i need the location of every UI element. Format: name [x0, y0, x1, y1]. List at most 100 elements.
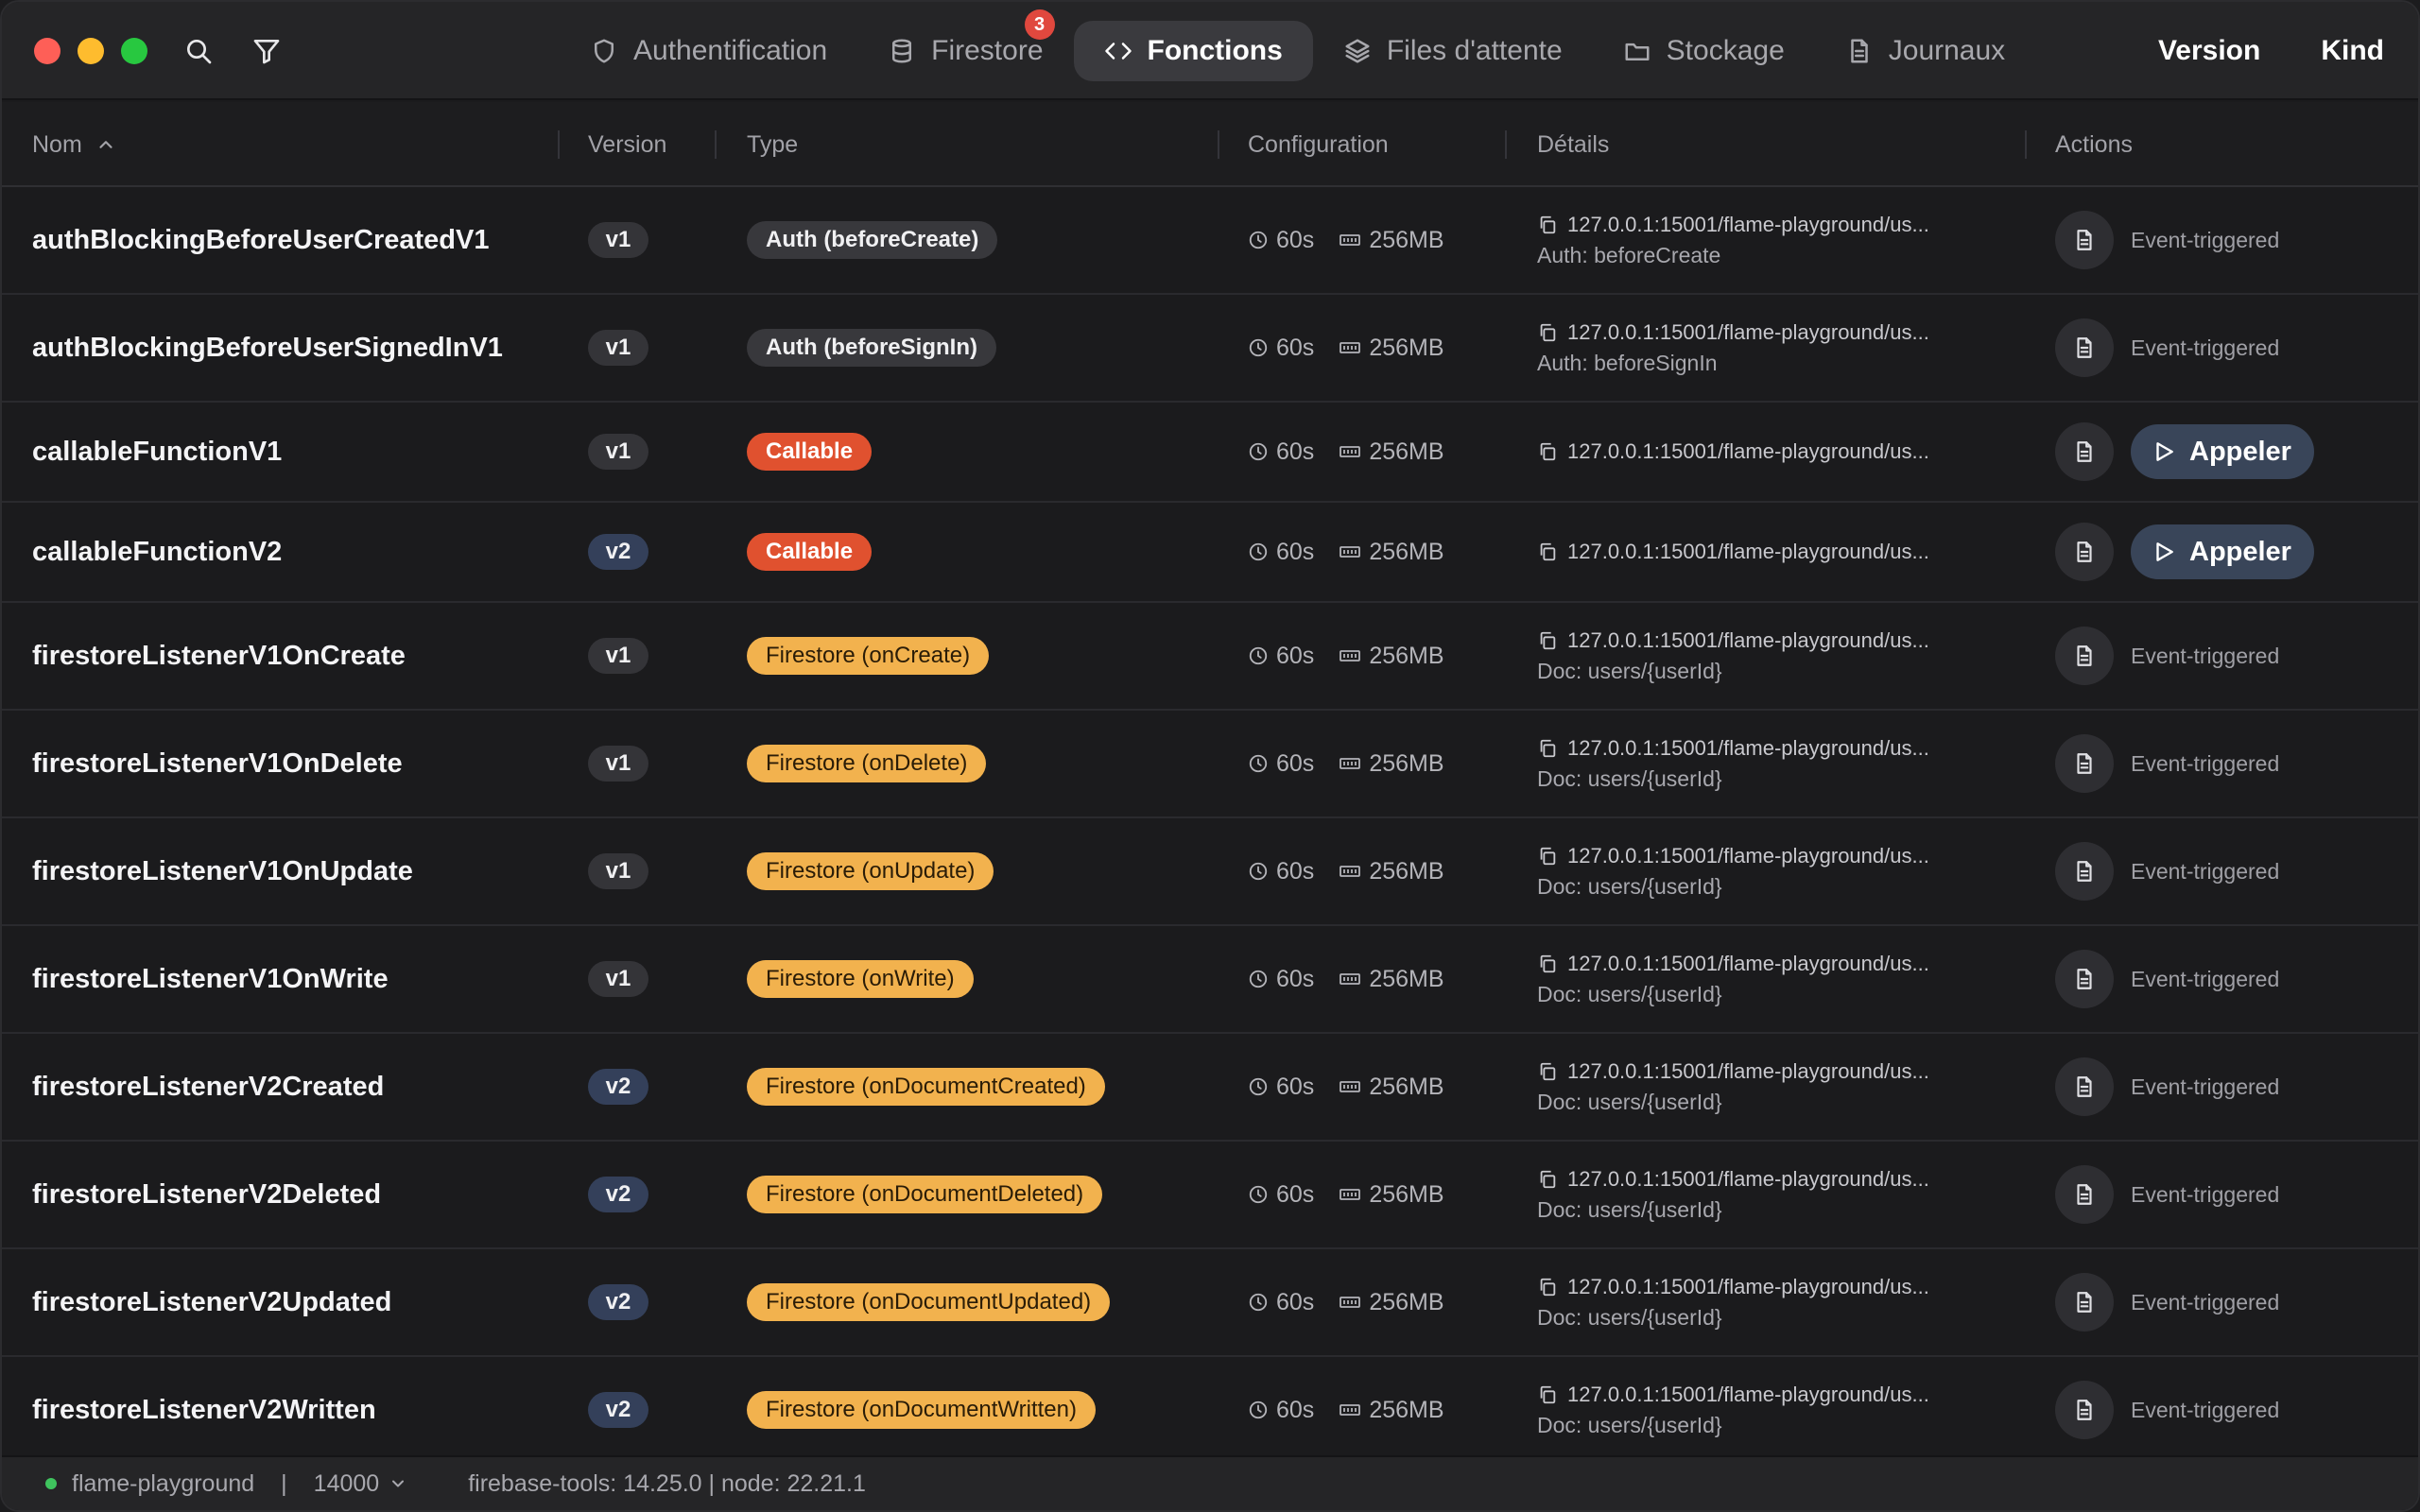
function-url[interactable]: 127.0.0.1:15001/flame-playground/us... [1537, 1167, 1929, 1192]
view-logs-button[interactable] [2055, 211, 2114, 269]
column-divider[interactable] [715, 130, 717, 159]
column-header-actions: Actions [2055, 130, 2133, 158]
view-logs-button[interactable] [2055, 1273, 2114, 1332]
tab-stockage[interactable]: Stockage [1593, 21, 1815, 81]
copy-icon[interactable] [1537, 1061, 1558, 1082]
column-header-details[interactable]: Détails [1537, 102, 1609, 187]
table-row[interactable]: authBlockingBeforeUserCreatedV1 v1 Auth (b… [2, 187, 2418, 295]
table-row[interactable]: firestoreListenerV2Deleted v2 Firestore (o… [2, 1142, 2418, 1249]
function-url[interactable]: 127.0.0.1:15001/flame-playground/us... [1537, 628, 1929, 653]
memory-icon [1340, 866, 1361, 877]
functions-table: authBlockingBeforeUserCreatedV1 v1 Auth (b… [2, 187, 2418, 1465]
table-row[interactable]: firestoreListenerV1OnDelete v1 Firestore (… [2, 711, 2418, 818]
copy-icon[interactable] [1537, 954, 1558, 974]
timeout-value: 60s [1276, 749, 1315, 777]
version-cell: v2 [588, 1249, 648, 1355]
actions-cell: Event-triggered [2055, 1142, 2279, 1247]
view-logs-button[interactable] [2055, 627, 2114, 685]
view-logs-button[interactable] [2055, 318, 2114, 377]
call-function-button[interactable]: Appeler [2131, 424, 2314, 479]
function-name: firestoreListenerV1OnUpdate [32, 855, 413, 886]
type-badge: Firestore (onDelete) [747, 745, 987, 782]
function-url[interactable]: 127.0.0.1:15001/flame-playground/us... [1537, 1059, 1929, 1084]
table-row[interactable]: firestoreListenerV2Updated v2 Firestore (o… [2, 1249, 2418, 1357]
tab-journaux[interactable]: Journaux [1815, 21, 2035, 81]
view-logs-button[interactable] [2055, 523, 2114, 581]
version-badge: v2 [588, 534, 648, 570]
memory-value: 256MB [1369, 965, 1444, 992]
tab-label: Authentification [633, 35, 828, 66]
table-row[interactable]: callableFunctionV2 v2 Callable 60s 256MB 127.… [2, 503, 2418, 603]
column-header-version[interactable]: Version [588, 102, 666, 187]
column-divider[interactable] [2025, 130, 2027, 159]
call-function-button[interactable]: Appeler [2131, 524, 2314, 579]
function-url-text: 127.0.0.1:15001/flame-playground/us... [1567, 843, 1929, 868]
tab-firestore[interactable]: Firestore 3 [857, 9, 1073, 81]
function-url[interactable]: 127.0.0.1:15001/flame-playground/us... [1537, 1275, 1929, 1299]
project-selector[interactable]: flame-playground | 14000 [72, 1470, 407, 1498]
type-badge: Firestore (onDocumentUpdated) [747, 1283, 1111, 1321]
copy-icon[interactable] [1537, 322, 1558, 343]
copy-icon[interactable] [1537, 1384, 1558, 1405]
table-row[interactable]: callableFunctionV1 v1 Callable 60s 256MB 127.… [2, 403, 2418, 503]
function-url[interactable]: 127.0.0.1:15001/flame-playground/us... [1537, 213, 1929, 237]
details-cell: 127.0.0.1:15001/flame-playground/us... Au… [1537, 187, 1929, 293]
database-icon [892, 39, 912, 63]
filter-button[interactable] [246, 30, 287, 72]
copy-icon[interactable] [1537, 846, 1558, 867]
function-url[interactable]: 127.0.0.1:15001/flame-playground/us... [1537, 540, 1929, 564]
connection-status-dot [45, 1478, 57, 1489]
kind-button[interactable]: Kind [2321, 35, 2384, 67]
column-divider[interactable] [1218, 130, 1219, 159]
column-header-name[interactable]: Nom [32, 102, 116, 187]
table-row[interactable]: firestoreListenerV1OnUpdate v1 Firestore (… [2, 818, 2418, 926]
type-cell: Firestore (onDocumentCreated) [747, 1034, 1105, 1140]
copy-icon[interactable] [1537, 441, 1558, 462]
copy-icon[interactable] [1537, 630, 1558, 651]
copy-icon[interactable] [1537, 738, 1558, 759]
memory: 256MB [1339, 858, 1444, 885]
timeout: 60s [1248, 858, 1314, 885]
function-url[interactable]: 127.0.0.1:15001/flame-playground/us... [1537, 736, 1929, 761]
table-row[interactable]: firestoreListenerV1OnWrite v1 Firestore (o… [2, 926, 2418, 1034]
search-button[interactable] [178, 30, 219, 72]
view-logs-button[interactable] [2055, 842, 2114, 901]
column-header-type[interactable]: Type [747, 102, 798, 187]
zoom-window-button[interactable] [121, 38, 147, 64]
function-url[interactable]: 127.0.0.1:15001/flame-playground/us... [1537, 320, 1929, 345]
function-url[interactable]: 127.0.0.1:15001/flame-playground/us... [1537, 1383, 1929, 1407]
copy-icon[interactable] [1537, 1277, 1558, 1297]
column-divider[interactable] [1505, 130, 1507, 159]
tab-fonctions[interactable]: Fonctions [1073, 21, 1313, 81]
copy-icon[interactable] [1537, 1169, 1558, 1190]
copy-icon[interactable] [1537, 541, 1558, 562]
table-row[interactable]: firestoreListenerV2Created v2 Firestore (o… [2, 1034, 2418, 1142]
column-divider[interactable] [558, 130, 560, 159]
view-logs-button[interactable] [2055, 1057, 2114, 1116]
function-url[interactable]: 127.0.0.1:15001/flame-playground/us... [1537, 844, 1929, 868]
function-url-text: 127.0.0.1:15001/flame-playground/us... [1567, 1058, 1929, 1083]
view-logs-button[interactable] [2055, 422, 2114, 481]
app-window: Authentification Firestore 3 Fonctions Files… [0, 0, 2420, 1512]
trigger-detail: Doc: users/{userId} [1537, 1089, 1722, 1114]
function-name: firestoreListenerV2Updated [32, 1286, 392, 1317]
close-window-button[interactable] [34, 38, 60, 64]
function-url[interactable]: 127.0.0.1:15001/flame-playground/us... [1537, 439, 1929, 464]
tab-files-d-attente[interactable]: Files d'attente [1313, 21, 1593, 81]
version-button[interactable]: Version [2158, 35, 2260, 67]
minimize-window-button[interactable] [78, 38, 104, 64]
column-header-configuration[interactable]: Configuration [1248, 102, 1389, 187]
copy-icon[interactable] [1537, 215, 1558, 235]
view-logs-button[interactable] [2055, 950, 2114, 1008]
call-button-label: Appeler [2189, 536, 2291, 567]
view-logs-button[interactable] [2055, 734, 2114, 793]
table-row[interactable]: authBlockingBeforeUserSignedInV1 v1 Auth (… [2, 295, 2418, 403]
function-url[interactable]: 127.0.0.1:15001/flame-playground/us... [1537, 952, 1929, 976]
function-name: firestoreListenerV1OnDelete [32, 747, 403, 779]
table-row[interactable]: firestoreListenerV2Written v2 Firestore (o… [2, 1357, 2418, 1465]
type-badge: Firestore (onDocumentWritten) [747, 1391, 1096, 1429]
table-row[interactable]: firestoreListenerV1OnCreate v1 Firestore (… [2, 603, 2418, 711]
tab-authentification[interactable]: Authentification [560, 21, 857, 81]
view-logs-button[interactable] [2055, 1165, 2114, 1224]
view-logs-button[interactable] [2055, 1381, 2114, 1439]
